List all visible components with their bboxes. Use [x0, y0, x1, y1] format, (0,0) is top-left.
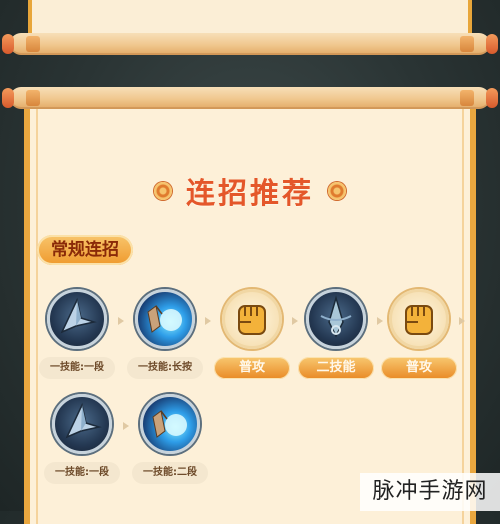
rod-knot-left — [26, 36, 40, 52]
combo-step-label: 普攻 — [214, 357, 290, 379]
combo-step-label: 一技能:二段 — [132, 462, 208, 484]
rod-knot-right — [460, 90, 474, 106]
kunai-icon — [306, 289, 366, 349]
page-title: 连招推荐 — [185, 176, 314, 210]
next-arrow-icon — [205, 317, 211, 325]
fist-icon — [389, 289, 449, 349]
rod-cap-right — [486, 88, 498, 108]
rod-knot-left — [26, 90, 40, 106]
combo-step-label: 普攻 — [381, 357, 457, 379]
flower-ornament-icon — [328, 182, 346, 200]
rod-cap-left — [2, 34, 14, 54]
next-arrow-icon — [123, 422, 129, 430]
shuriken-icon — [52, 394, 112, 454]
section-tag: 常规连招 — [37, 235, 133, 265]
site-watermark: 脉冲手游网 — [360, 473, 500, 511]
combo-step-label: 二技能 — [298, 357, 374, 379]
combo-step[interactable]: 一技能:长按 — [126, 289, 204, 379]
title-row: 连招推荐 — [0, 171, 500, 211]
energy-palm-icon — [140, 394, 200, 454]
shuriken-icon — [47, 289, 107, 349]
combo-step[interactable]: 一技能:一段 — [38, 289, 116, 379]
top-scroll-rod — [2, 33, 498, 55]
rod-knot-right — [460, 36, 474, 52]
energy-palm-icon — [135, 289, 195, 349]
combo-step[interactable]: 普攻 — [213, 289, 291, 379]
main-scroll-rod — [2, 87, 498, 109]
combo-step-label: 一技能:一段 — [39, 357, 115, 379]
next-arrow-icon — [459, 317, 465, 325]
top-scroll-paper — [28, 0, 472, 34]
combo-step[interactable]: 一技能:一段 — [43, 394, 121, 484]
rod-cap-left — [2, 88, 14, 108]
fist-icon — [222, 289, 282, 349]
combo-step-label: 一技能:一段 — [44, 462, 120, 484]
flower-ornament-icon — [153, 182, 172, 200]
rod-cap-right — [486, 34, 498, 54]
combo-step-label: 一技能:长按 — [127, 357, 203, 379]
combo-step[interactable]: 一技能:二段 — [131, 394, 209, 484]
combo-step[interactable]: 二技能 — [297, 289, 375, 379]
combo-step[interactable]: 普攻 — [380, 289, 458, 379]
next-arrow-icon — [118, 317, 124, 325]
